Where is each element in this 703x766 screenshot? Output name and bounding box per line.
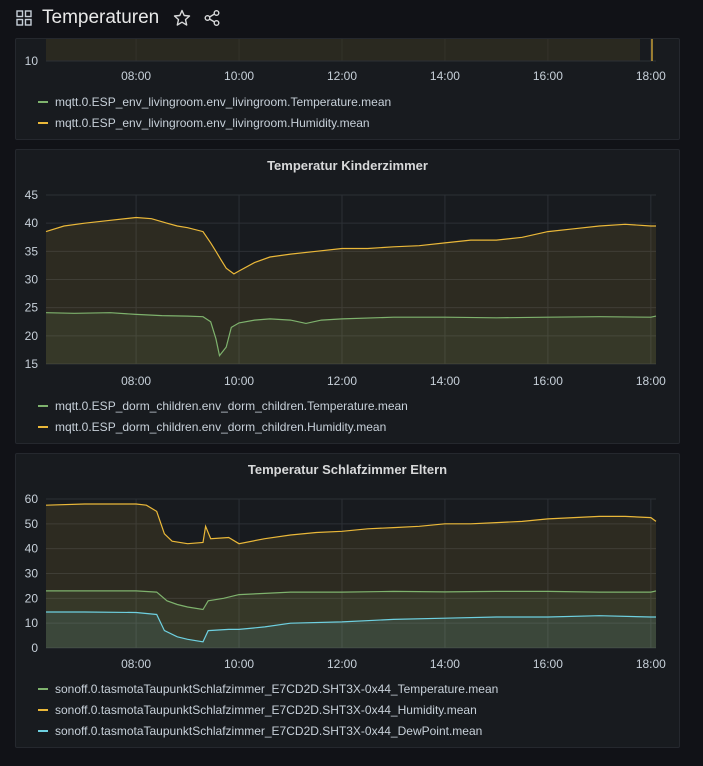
legend-item[interactable]: mqtt.0.ESP_env_livingroom.env_livingroom… [38, 91, 391, 112]
legend-swatch [38, 121, 48, 124]
dashboard-grid-icon[interactable] [16, 10, 32, 26]
y-tick-label: 60 [25, 492, 39, 506]
x-tick-label: 10:00 [224, 374, 254, 388]
star-icon[interactable] [173, 9, 191, 27]
y-tick-label: 25 [25, 301, 39, 315]
x-tick-label: 18:00 [636, 69, 666, 83]
legend-item[interactable]: sonoff.0.tasmotaTaupunktSchlafzimmer_E7C… [38, 720, 498, 741]
dashboard-header: Temperaturen [0, 0, 703, 36]
y-tick-label: 10 [25, 616, 39, 630]
y-tick-label: 40 [25, 542, 39, 556]
dashboard-title[interactable]: Temperaturen [42, 7, 159, 29]
x-tick-label: 14:00 [430, 374, 460, 388]
x-tick-label: 12:00 [327, 657, 357, 671]
livingroom-legend: mqtt.0.ESP_env_livingroom.env_livingroom… [38, 91, 391, 133]
legend-swatch [38, 100, 48, 103]
legend-item[interactable]: mqtt.0.ESP_dorm_children.env_dorm_childr… [38, 395, 408, 416]
x-tick-label: 16:00 [533, 374, 563, 388]
y-tick-label: 10 [25, 54, 39, 68]
share-icon[interactable] [203, 9, 221, 27]
kinderzimmer-legend: mqtt.0.ESP_dorm_children.env_dorm_childr… [38, 395, 408, 437]
x-tick-label: 18:00 [636, 374, 666, 388]
x-tick-label: 14:00 [430, 69, 460, 83]
schlafzimmer-legend: sonoff.0.tasmotaTaupunktSchlafzimmer_E7C… [38, 678, 498, 741]
legend-item[interactable]: sonoff.0.tasmotaTaupunktSchlafzimmer_E7C… [38, 699, 498, 720]
x-tick-label: 12:00 [327, 374, 357, 388]
panel-kinderzimmer[interactable]: Temperatur Kinderzimmer 08:00 10:00 12:00 1… [15, 149, 680, 444]
legend-label[interactable]: mqtt.0.ESP_env_livingroom.env_livingroom… [55, 95, 391, 109]
x-tick-label: 12:00 [327, 69, 357, 83]
y-tick-label: 30 [25, 567, 39, 581]
y-tick-label: 50 [25, 517, 39, 531]
x-tick-label: 08:00 [121, 69, 151, 83]
y-tick-label: 20 [25, 591, 39, 605]
legend-label[interactable]: mqtt.0.ESP_dorm_children.env_dorm_childr… [55, 420, 386, 434]
legend-item[interactable]: mqtt.0.ESP_dorm_children.env_dorm_childr… [38, 416, 408, 437]
legend-label[interactable]: mqtt.0.ESP_env_livingroom.env_livingroom… [55, 116, 370, 130]
x-tick-label: 16:00 [533, 69, 563, 83]
y-tick-label: 30 [25, 273, 39, 287]
panel-livingroom[interactable]: 08:00 10:00 12:00 14:00 16:00 18:00 10 mqtt.0.… [15, 38, 680, 140]
x-tick-label: 18:00 [636, 657, 666, 671]
y-tick-label: 0 [31, 641, 38, 655]
y-tick-label: 35 [25, 244, 39, 258]
x-tick-label: 10:00 [224, 69, 254, 83]
series-area-humidity [46, 217, 656, 364]
x-tick-label: 08:00 [121, 657, 151, 671]
legend-label[interactable]: mqtt.0.ESP_dorm_children.env_dorm_childr… [55, 399, 408, 413]
y-tick-label: 40 [25, 216, 39, 230]
legend-swatch [38, 425, 48, 428]
legend-swatch [38, 708, 48, 711]
legend-swatch [38, 729, 48, 732]
panel-schlafzimmer-eltern[interactable]: Temperatur Schlafzimmer Eltern 08:00 10:0… [15, 453, 680, 748]
y-tick-label: 45 [25, 188, 39, 202]
legend-swatch [38, 687, 48, 690]
legend-label[interactable]: sonoff.0.tasmotaTaupunktSchlafzimmer_E7C… [55, 724, 482, 738]
legend-label[interactable]: sonoff.0.tasmotaTaupunktSchlafzimmer_E7C… [55, 682, 498, 696]
x-tick-label: 16:00 [533, 657, 563, 671]
x-tick-label: 10:00 [224, 657, 254, 671]
x-tick-label: 08:00 [121, 374, 151, 388]
y-tick-label: 15 [25, 357, 39, 371]
y-tick-label: 20 [25, 329, 39, 343]
x-tick-label: 14:00 [430, 657, 460, 671]
legend-item[interactable]: sonoff.0.tasmotaTaupunktSchlafzimmer_E7C… [38, 678, 498, 699]
legend-item[interactable]: mqtt.0.ESP_env_livingroom.env_livingroom… [38, 112, 391, 133]
legend-swatch [38, 404, 48, 407]
legend-label[interactable]: sonoff.0.tasmotaTaupunktSchlafzimmer_E7C… [55, 703, 477, 717]
humidity-area [46, 39, 640, 61]
